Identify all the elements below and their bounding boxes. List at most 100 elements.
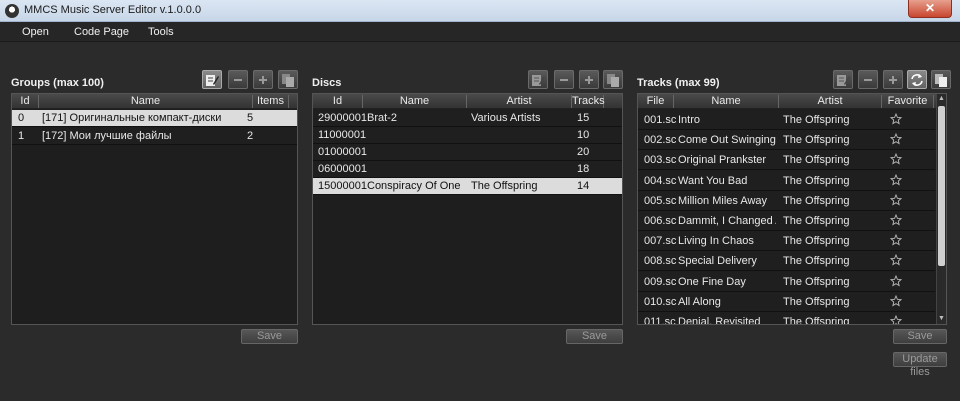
minus-icon — [560, 79, 568, 81]
tracks-refresh-button[interactable] — [907, 70, 927, 89]
tracks-edit-button[interactable] — [833, 70, 853, 89]
table-row[interactable]: 003.sc Original Prankster The Offspring — [638, 150, 935, 171]
table-row[interactable]: 004.sc Want You Bad The Offspring — [638, 170, 935, 191]
minus-icon — [864, 79, 872, 81]
plus-icon — [889, 76, 897, 84]
track-artist: The Offspring — [783, 316, 850, 325]
table-row[interactable]: 1 [172] Мои лучшие файлы 2 — [12, 128, 297, 145]
groups-title: Groups (max 100) — [11, 77, 104, 89]
col-artist[interactable]: Artist — [467, 95, 572, 108]
groups-add-button[interactable] — [253, 70, 273, 89]
discs-add-button[interactable] — [579, 70, 599, 89]
close-icon: ✕ — [924, 1, 936, 15]
copy-icon — [607, 74, 619, 87]
menu-tools[interactable]: Tools — [148, 26, 174, 38]
refresh-icon — [911, 74, 923, 86]
tracks-copy-button[interactable] — [931, 70, 951, 89]
copy-icon — [935, 74, 947, 87]
table-row[interactable]: 11000001 10 — [313, 127, 622, 144]
favorite-star-icon[interactable] — [889, 193, 903, 209]
table-row[interactable]: 008.sc Special Delivery The Offspring — [638, 251, 935, 272]
groups-copy-button[interactable] — [278, 70, 298, 89]
discs-remove-button[interactable] — [554, 70, 574, 89]
discs-save-button[interactable]: Save — [566, 329, 623, 344]
track-name: Come Out Swinging — [678, 134, 776, 147]
title-bar: MMCS Music Server Editor v.1.0.0.0 ✕ — [0, 0, 960, 22]
table-row[interactable]: 01000001 20 — [313, 144, 622, 161]
favorite-star-icon[interactable] — [889, 112, 903, 128]
scrollbar-thumb[interactable] — [938, 106, 945, 266]
col-id[interactable]: Id — [12, 95, 39, 108]
track-file: 004.sc — [644, 174, 677, 187]
discs-edit-button[interactable] — [528, 70, 548, 89]
col-id[interactable]: Id — [313, 95, 363, 108]
col-favorite[interactable]: Favorite — [882, 95, 934, 108]
groups-save-button[interactable]: Save — [241, 329, 298, 344]
tracks-add-button[interactable] — [883, 70, 903, 89]
table-row[interactable]: 005.sc Million Miles Away The Offspring — [638, 190, 935, 211]
disc-id: 15000001 — [318, 180, 367, 192]
favorite-star-icon[interactable] — [889, 213, 903, 229]
col-items[interactable]: Items — [253, 95, 289, 108]
disc-tracks: 18 — [577, 163, 590, 175]
col-artist[interactable]: Artist — [779, 95, 882, 108]
tracks-remove-button[interactable] — [858, 70, 878, 89]
tracks-save-button[interactable]: Save — [893, 329, 947, 344]
group-name: [171] Оригинальные компакт-диски — [42, 112, 222, 124]
col-file[interactable]: File — [638, 95, 674, 108]
track-artist: The Offspring — [783, 154, 850, 167]
track-file: 006.sc — [644, 215, 677, 227]
col-name[interactable]: Name — [674, 95, 779, 108]
group-id: 1 — [18, 130, 25, 142]
track-artist: The Offspring — [783, 114, 850, 126]
table-row[interactable]: 011.sc Denial, Revisited The Offspring — [638, 312, 935, 325]
menu-open[interactable]: Open — [22, 26, 49, 38]
menu-bar: Open Code Page Tools — [0, 22, 960, 42]
col-tracks[interactable]: Tracks — [572, 95, 605, 108]
discs-copy-button[interactable] — [603, 70, 623, 89]
track-name: Dammit, I Changed Agai — [678, 215, 776, 227]
favorite-star-icon[interactable] — [889, 133, 903, 148]
app-icon — [5, 4, 19, 18]
window-title: MMCS Music Server Editor v.1.0.0.0 — [24, 4, 202, 16]
menu-code-page[interactable]: Code Page — [74, 26, 129, 38]
track-name: Million Miles Away — [678, 194, 768, 207]
table-row[interactable]: 001.sc Intro The Offspring — [638, 110, 935, 130]
track-name: One Fine Day — [678, 275, 746, 288]
scroll-down-icon[interactable]: ▼ — [937, 314, 946, 324]
groups-edit-button[interactable] — [202, 70, 222, 89]
favorite-star-icon[interactable] — [889, 274, 903, 290]
disc-id: 06000001 — [318, 163, 367, 175]
table-row[interactable]: 15000001 Conspiracy Of One The Offspring… — [313, 178, 622, 195]
track-artist: The Offspring — [783, 134, 850, 147]
col-name[interactable]: Name — [39, 95, 253, 108]
col-name[interactable]: Name — [363, 95, 467, 108]
track-name: Intro — [678, 114, 701, 126]
table-row[interactable]: 009.sc One Fine Day The Offspring — [638, 271, 935, 292]
discs-table-header: Id Name Artist Tracks — [313, 94, 622, 109]
table-row[interactable]: 006.scDammit, I Changed Agai The Offsprin… — [638, 211, 935, 231]
tracks-scrollbar[interactable]: ▲ ▼ — [936, 94, 946, 324]
disc-name: Conspiracy Of One — [367, 180, 461, 192]
table-row[interactable]: 06000001 18 — [313, 161, 622, 178]
disc-artist: Various Artists — [471, 112, 541, 124]
scroll-up-icon[interactable]: ▲ — [937, 94, 946, 104]
table-row[interactable]: 007.sc Living In Chaos The Offspring — [638, 231, 935, 252]
favorite-star-icon[interactable] — [889, 153, 903, 168]
table-row[interactable]: 29000001 Brat-2 Various Artists 15 — [313, 110, 622, 127]
minus-icon — [234, 79, 242, 81]
track-name: All Along — [678, 295, 721, 308]
table-row[interactable]: 010.sc All Along The Offspring — [638, 291, 935, 312]
track-file: 002.sc — [644, 134, 677, 147]
table-row[interactable]: 0 [171] Оригинальные компакт-диски 5 — [12, 110, 297, 127]
disc-tracks: 20 — [577, 146, 590, 158]
favorite-star-icon[interactable] — [889, 234, 903, 249]
favorite-star-icon[interactable] — [889, 254, 903, 269]
favorite-star-icon[interactable] — [889, 294, 903, 310]
update-files-button[interactable]: Update files — [893, 352, 947, 378]
favorite-star-icon[interactable] — [889, 314, 903, 324]
groups-remove-button[interactable] — [228, 70, 248, 89]
table-row[interactable]: 002.sc Come Out Swinging The Offspring — [638, 130, 935, 151]
close-button[interactable]: ✕ — [908, 0, 952, 18]
favorite-star-icon[interactable] — [889, 173, 903, 189]
